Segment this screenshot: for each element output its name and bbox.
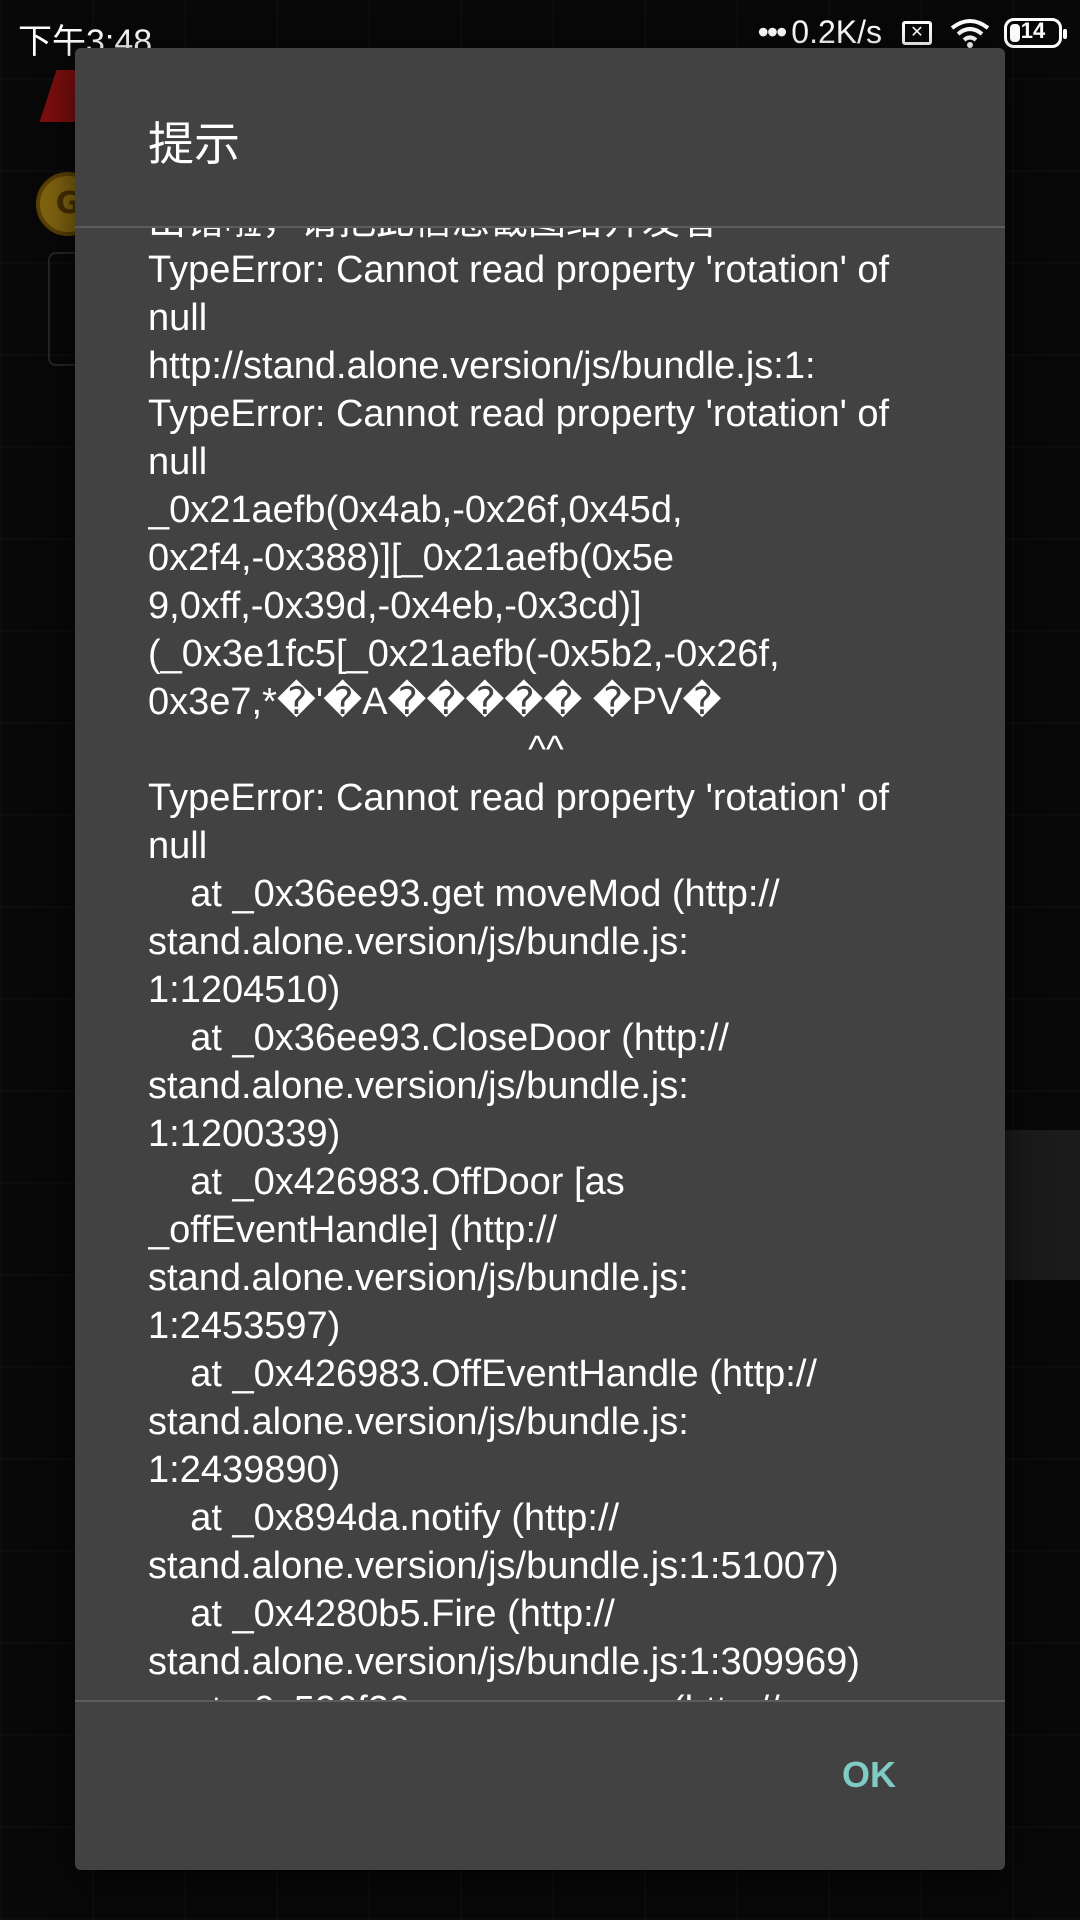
sim-no-card-icon: ✕	[902, 20, 932, 45]
screen: G 下午3:48 ••• 0.2K/s ✕ 14 提示 出错啦	[0, 0, 1080, 1920]
wifi-icon	[950, 18, 990, 48]
status-indicators: ••• 0.2K/s ✕ 14	[757, 14, 1067, 51]
alert-dialog: 提示 出错啦，请把此信息截图给开发者 TypeError: Cannot rea…	[75, 48, 1005, 1870]
battery-level: 14	[1020, 17, 1046, 43]
net-speed: 0.2K/s	[791, 14, 882, 50]
battery-icon: 14	[1004, 17, 1067, 48]
dialog-button-bar: OK	[75, 1702, 1005, 1870]
dialog-message-scroll[interactable]: 出错啦，请把此信息截图给开发者 TypeError: Cannot read p…	[148, 228, 948, 1748]
ok-button[interactable]: OK	[828, 1742, 910, 1808]
dialog-message: 出错啦，请把此信息截图给开发者 TypeError: Cannot read p…	[148, 228, 890, 1731]
signal-dots: •••	[757, 14, 788, 50]
dialog-title: 提示	[148, 117, 240, 171]
battery-tip	[1063, 28, 1067, 39]
